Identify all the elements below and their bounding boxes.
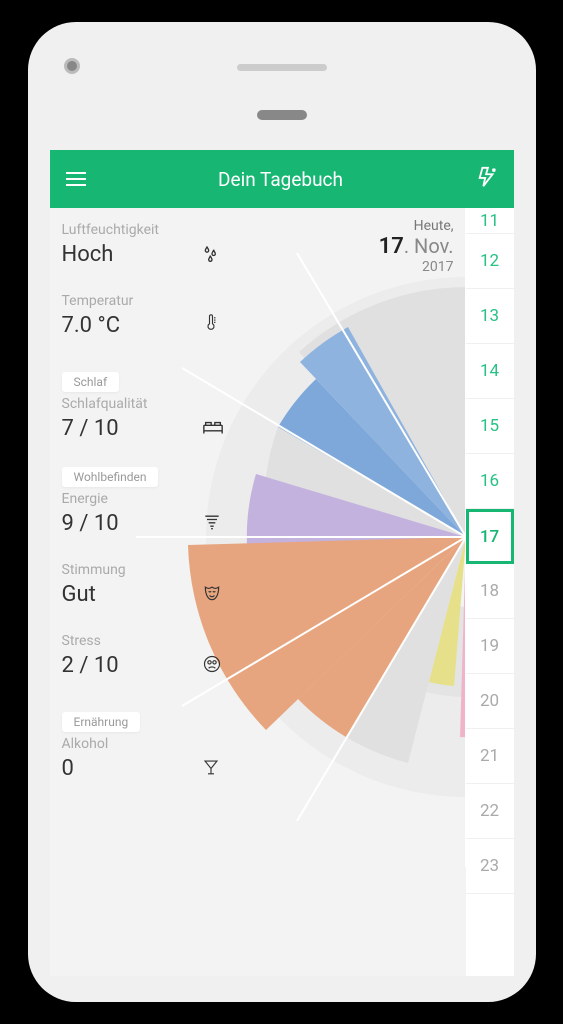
section-ernaehrung: Ernährung: [62, 712, 141, 732]
metric-sleep-quality[interactable]: Schlafqualität 7 / 10: [62, 396, 242, 441]
date-label: Heute,: [379, 218, 454, 234]
day-cell[interactable]: 12: [466, 234, 514, 289]
day-cell[interactable]: 17: [466, 509, 514, 564]
current-date: Heute, 17. Nov. 2017: [379, 218, 454, 275]
day-cell[interactable]: 13: [466, 289, 514, 344]
glass-icon: [202, 757, 220, 781]
metric-stress[interactable]: Stress 2 / 10: [62, 633, 242, 678]
section-wohlbefinden: Wohlbefinden: [62, 467, 159, 487]
section-schlaf: Schlaf: [62, 372, 120, 392]
humidity-icon: [202, 243, 222, 267]
tornado-icon: [202, 512, 222, 536]
day-cell[interactable]: 21: [466, 729, 514, 784]
metric-alcohol[interactable]: Alkohol 0: [62, 736, 242, 781]
day-cell[interactable]: 20: [466, 674, 514, 729]
action-icon[interactable]: [476, 166, 498, 192]
menu-icon[interactable]: [66, 172, 86, 186]
metric-mood[interactable]: Stimmung Gut: [62, 562, 242, 607]
day-cell[interactable]: 19: [466, 619, 514, 674]
face-icon: [202, 654, 222, 678]
metric-humidity[interactable]: Luftfeuchtigkeit Hoch: [62, 222, 242, 267]
bed-icon: [202, 419, 224, 441]
app-bar: Dein Tagebuch: [50, 150, 514, 208]
app-title: Dein Tagebuch: [86, 168, 476, 191]
date-day: 17: [379, 234, 404, 259]
day-cell[interactable]: 14: [466, 344, 514, 399]
day-cell[interactable]: 23: [466, 839, 514, 894]
day-cell[interactable]: 16: [466, 454, 514, 509]
mask-icon: [202, 583, 222, 607]
day-cell[interactable]: 11: [466, 208, 514, 234]
metrics-list: Luftfeuchtigkeit Hoch Temperatur 7.0 °C …: [62, 222, 242, 799]
day-cell[interactable]: 18: [466, 564, 514, 619]
metric-temperature[interactable]: Temperatur 7.0 °C: [62, 293, 242, 338]
metric-energy[interactable]: Energie 9 / 10: [62, 491, 242, 536]
date-month: . Nov.: [404, 234, 454, 258]
day-cell[interactable]: 15: [466, 399, 514, 454]
date-year: 2017: [379, 259, 454, 275]
day-strip[interactable]: 11121314151617181920212223: [466, 208, 514, 976]
thermometer-icon: [202, 312, 220, 338]
day-cell[interactable]: 22: [466, 784, 514, 839]
